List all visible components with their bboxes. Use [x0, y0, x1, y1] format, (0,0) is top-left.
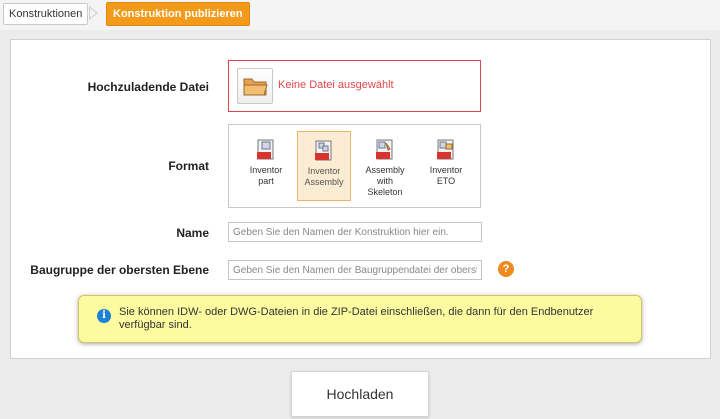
- breadcrumb-current: Konstruktion publizieren: [106, 2, 250, 26]
- format-line1: Inventor: [307, 166, 341, 176]
- name-label: Name: [176, 226, 209, 240]
- format-line1: Inventor: [249, 165, 283, 175]
- info-notice: i Sie können IDW- oder DWG-Dateien in di…: [78, 295, 642, 343]
- format-line2: Assembly: [304, 177, 344, 187]
- browse-button[interactable]: [237, 68, 273, 104]
- ipt-file-icon: [257, 139, 275, 161]
- file-status: Keine Datei ausgewählt: [278, 79, 394, 91]
- format-line2: with: [376, 176, 393, 186]
- format-line3: Skeleton: [367, 187, 403, 197]
- format-line1: Inventor: [429, 165, 463, 175]
- format-inventor-eto[interactable]: Inventor ETO: [419, 131, 473, 201]
- breadcrumb-konstruktionen[interactable]: Konstruktionen: [3, 3, 89, 25]
- format-label: Format: [168, 159, 209, 173]
- upload-button[interactable]: Hochladen: [291, 371, 429, 417]
- breadcrumb-bar: Konstruktionen Konstruktion publizieren: [0, 0, 720, 30]
- help-icon[interactable]: ?: [498, 261, 514, 277]
- format-inventor-part[interactable]: Inventor part: [239, 131, 293, 201]
- info-text: Sie können IDW- oder DWG-Dateien in die …: [119, 306, 594, 331]
- format-line2: ETO: [436, 176, 456, 186]
- breadcrumb-separator-icon: [89, 6, 98, 20]
- format-line2: part: [258, 176, 274, 186]
- name-input[interactable]: [228, 222, 482, 242]
- format-line1: Assembly: [365, 165, 405, 175]
- format-selector: Inventor part Inventor Assembly Assembly…: [228, 124, 481, 208]
- format-assembly-with-skeleton[interactable]: Assembly with Skeleton: [358, 131, 412, 201]
- zip-file-icon: [437, 139, 455, 161]
- assembly-input[interactable]: [228, 260, 482, 280]
- assembly-label: Baugruppe der obersten Ebene: [30, 263, 209, 277]
- zip-file-icon: [315, 140, 333, 162]
- zip-file-icon: [376, 139, 394, 161]
- file-label: Hochzuladende Datei: [87, 80, 209, 94]
- format-inventor-assembly[interactable]: Inventor Assembly: [297, 131, 351, 201]
- folder-icon: [243, 78, 268, 96]
- info-icon: i: [97, 309, 111, 323]
- file-picker[interactable]: Keine Datei ausgewählt: [228, 60, 481, 112]
